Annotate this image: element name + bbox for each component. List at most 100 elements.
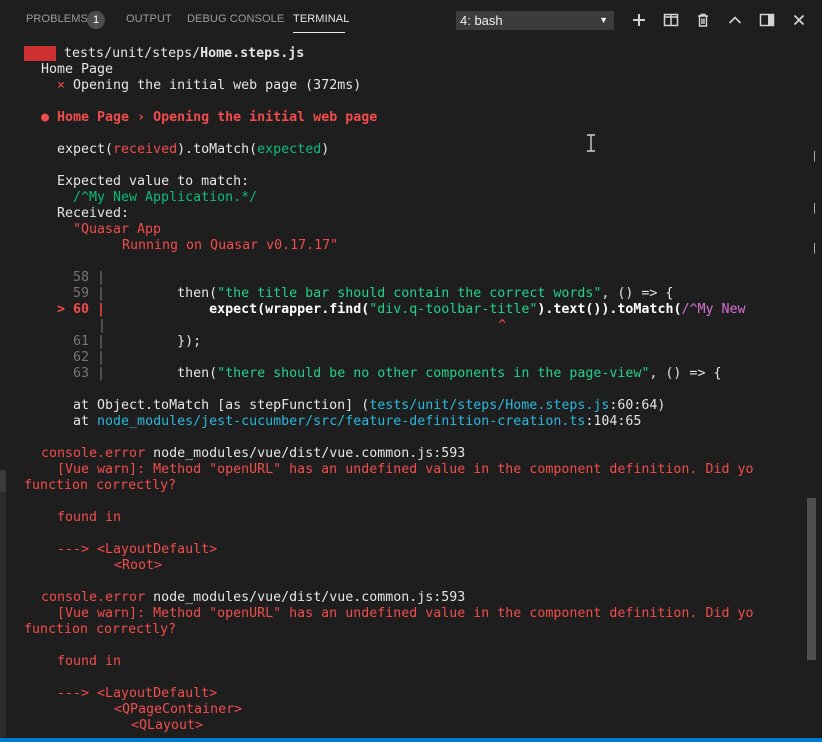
- terminal-text: ^: [106, 318, 507, 333]
- terminal-text: tests/unit/steps/: [56, 46, 201, 61]
- panel-header: PROBLEMS 1 OUTPUT DEBUG CONSOLE TERMINAL…: [0, 0, 822, 40]
- scrollbar-thumb[interactable]: [807, 498, 816, 660]
- terminal-text: :104:65: [585, 414, 642, 429]
- terminal-line: Received:: [57, 206, 129, 222]
- terminal-text: [Vue warn]: Method "openURL" has an unde…: [57, 606, 754, 621]
- terminal-line: function correctly?: [24, 478, 176, 494]
- terminal-text: Home.steps.js: [200, 46, 305, 61]
- terminal-text: Opening the initial web page (372ms): [65, 78, 362, 93]
- terminal-text: , () => {: [601, 286, 674, 301]
- terminal-text: 62 |: [73, 350, 106, 365]
- terminal-text: /^My New Application.*/: [73, 190, 258, 205]
- terminal-line: function correctly?: [24, 622, 176, 638]
- terminal-text: then(: [105, 366, 218, 381]
- edge-glyph: |: [813, 202, 816, 214]
- terminal-line: [Vue warn]: Method "openURL" has an unde…: [57, 462, 753, 478]
- terminal-text: Received:: [57, 206, 130, 221]
- terminal-text: function correctly?: [24, 622, 177, 637]
- terminal-line: Home Page: [41, 62, 113, 78]
- terminal-text: "the title bar should contain the correc…: [217, 286, 602, 301]
- terminal-text: ---> <LayoutDefault>: [57, 542, 218, 557]
- tab-debug-console[interactable]: DEBUG CONSOLE: [187, 13, 284, 25]
- terminal-text: [Vue warn]: Method "openURL" has an unde…: [57, 462, 754, 477]
- terminal-text: 58 |: [73, 270, 106, 285]
- terminal-line: <QPageContainer>: [114, 702, 242, 718]
- terminal-text: 63 |: [73, 366, 106, 381]
- terminal-text: /^My New: [681, 302, 746, 317]
- tab-terminal[interactable]: TERMINAL: [293, 13, 349, 25]
- maximize-panel-icon[interactable]: [759, 12, 775, 28]
- terminal-text: ×: [57, 78, 66, 93]
- terminal-line: 63 | then("there should be no other comp…: [73, 366, 721, 382]
- terminal-line: <Root>: [114, 558, 162, 574]
- close-icon[interactable]: [791, 12, 807, 28]
- terminal-line: found in: [57, 510, 121, 526]
- terminal-line: 61 | });: [73, 334, 201, 350]
- terminal-text: found in: [57, 654, 122, 669]
- trash-icon[interactable]: [695, 12, 711, 28]
- terminal-text: <QLayout>: [131, 718, 204, 733]
- terminal-text: node_modules/vue/dist/vue.common.js:593: [145, 590, 466, 605]
- terminal-text: ---> <LayoutDefault>: [57, 686, 218, 701]
- terminal-line: × Opening the initial web page (372ms): [57, 78, 361, 94]
- terminal-text: function correctly?: [24, 478, 177, 493]
- chevron-down-icon: ▼: [599, 15, 608, 25]
- terminal-output[interactable]: FAIL tests/unit/steps/Home.steps.js Home …: [0, 40, 806, 742]
- terminal-text: expect(wrapper.find(: [105, 302, 370, 317]
- terminal-select[interactable]: 4: bash ▼: [456, 11, 614, 30]
- chevron-up-icon[interactable]: [727, 12, 743, 28]
- terminal-text: ): [321, 142, 330, 157]
- terminal-text: Expected value to match:: [57, 174, 250, 189]
- terminal-line: 58 |: [73, 270, 105, 286]
- tab-output[interactable]: OUTPUT: [126, 13, 172, 25]
- terminal-line: Running on Quasar v0.17.17": [122, 238, 338, 254]
- terminal-text: then(: [105, 286, 218, 301]
- left-gutter: [0, 470, 6, 742]
- terminal-text: 61 |: [73, 334, 106, 349]
- terminal-text: "Quasar App: [73, 222, 162, 237]
- terminal-text: console.error: [41, 590, 146, 605]
- terminal-line: > 60 | expect(wrapper.find("div.q-toolba…: [57, 302, 746, 318]
- status-bar: [0, 738, 822, 742]
- terminal-text: ).text()).toMatch(: [537, 302, 682, 317]
- terminal-text: > 60 |: [57, 302, 106, 317]
- terminal-text: expected: [257, 142, 322, 157]
- problems-count-badge: 1: [87, 11, 105, 29]
- terminal-text: FAIL: [24, 46, 57, 61]
- terminal-line: | ^: [98, 318, 506, 334]
- terminal-text: received: [113, 142, 178, 157]
- terminal-select-value: 4: bash: [460, 13, 503, 28]
- terminal-text: :60:64): [609, 398, 666, 413]
- tab-problems[interactable]: PROBLEMS: [26, 13, 88, 25]
- terminal-text: node_modules/jest-cucumber/src/feature-d…: [97, 414, 586, 429]
- terminal-line: at Object.toMatch [as stepFunction] (tes…: [73, 398, 665, 414]
- terminal-line: "Quasar App: [73, 222, 161, 238]
- terminal-text: at: [73, 414, 98, 429]
- terminal-text: Running on Quasar v0.17.17": [122, 238, 339, 253]
- edge-glyph: |: [813, 242, 816, 254]
- terminal-line: 62 |: [73, 350, 105, 366]
- terminal-text: <QPageContainer>: [114, 702, 243, 717]
- terminal-text: console.error: [41, 446, 146, 461]
- terminal-text: tests/unit/steps/Home.steps.js: [369, 398, 610, 413]
- terminal-line: ---> <LayoutDefault>: [57, 686, 217, 702]
- split-terminal-icon[interactable]: [663, 12, 679, 28]
- terminal-text: at Object.toMatch [as stepFunction] (: [73, 398, 370, 413]
- terminal-line: expect(received).toMatch(expected): [57, 142, 329, 158]
- terminal-line: FAIL tests/unit/steps/Home.steps.js: [24, 46, 304, 62]
- terminal-text: "div.q-toolbar-title": [369, 302, 538, 317]
- terminal-text: expect(: [57, 142, 114, 157]
- terminal-text: Home Page: [41, 62, 114, 77]
- terminal-text: ).toMatch(: [177, 142, 258, 157]
- active-tab-indicator: [293, 32, 345, 33]
- terminal-line: 59 | then("the title bar should contain …: [73, 286, 673, 302]
- terminal-text: node_modules/vue/dist/vue.common.js:593: [145, 446, 466, 461]
- plus-icon[interactable]: [631, 12, 647, 28]
- terminal-text: 59 |: [73, 286, 106, 301]
- terminal-line: console.error node_modules/vue/dist/vue.…: [41, 590, 465, 606]
- edge-glyph: |: [813, 150, 816, 162]
- terminal-line: ---> <LayoutDefault>: [57, 542, 217, 558]
- terminal-line: Expected value to match:: [57, 174, 249, 190]
- gutter-marker: [0, 470, 6, 492]
- terminal-text: <Root>: [114, 558, 163, 573]
